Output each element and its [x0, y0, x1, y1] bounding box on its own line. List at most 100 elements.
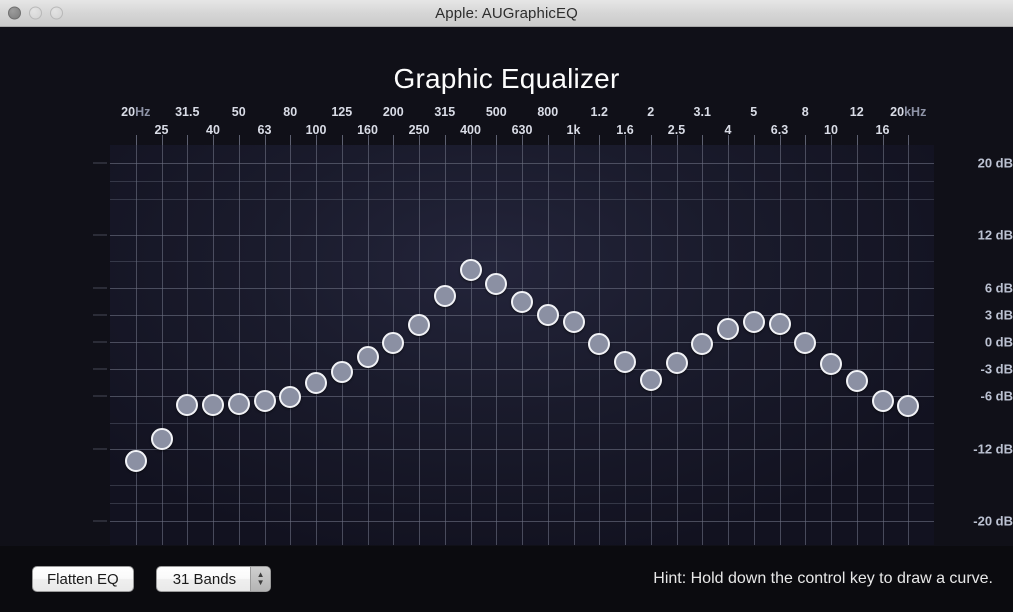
grid-vline — [908, 135, 909, 545]
window-traffic-lights — [8, 7, 63, 20]
eq-band-handle[interactable] — [357, 346, 379, 368]
eq-band-handle[interactable] — [614, 351, 636, 373]
eq-band-handle[interactable] — [537, 304, 559, 326]
frequency-label: 315 — [434, 105, 455, 119]
y-axis-label: -6 dB — [927, 388, 1013, 403]
grid-vline — [136, 135, 137, 545]
y-axis-tick — [93, 342, 107, 343]
grid-vline — [857, 135, 858, 545]
y-axis-label: -3 dB — [927, 361, 1013, 376]
grid-hline — [110, 261, 934, 262]
stepper-arrows-icon: ▲ ▼ — [250, 567, 270, 591]
grid-vline — [780, 135, 781, 545]
eq-band-handle[interactable] — [666, 352, 688, 374]
frequency-scale: 20Hz31.550801252003155008001.223.1581220… — [0, 105, 1013, 145]
y-axis-tick — [93, 395, 107, 396]
eq-band-handle[interactable] — [794, 332, 816, 354]
y-axis-tick — [93, 368, 107, 369]
grid-vline — [831, 135, 832, 545]
eq-band-handle[interactable] — [125, 450, 147, 472]
grid-vline — [677, 135, 678, 545]
grid-vline — [187, 135, 188, 545]
y-axis-tick — [93, 521, 107, 522]
eq-band-handle[interactable] — [846, 370, 868, 392]
y-axis-tick — [93, 234, 107, 235]
eq-band-handle[interactable] — [382, 332, 404, 354]
grid-vline — [368, 135, 369, 545]
grid-vline — [883, 135, 884, 545]
zoom-button[interactable] — [50, 7, 63, 20]
close-button[interactable] — [8, 7, 21, 20]
eq-band-handle[interactable] — [331, 361, 353, 383]
eq-band-handle[interactable] — [434, 285, 456, 307]
page-title: Graphic Equalizer — [0, 63, 1013, 95]
eq-band-handle[interactable] — [460, 259, 482, 281]
grid-hline — [110, 449, 934, 450]
eq-band-handle[interactable] — [254, 390, 276, 412]
grid-hline — [110, 181, 934, 182]
eq-band-handle[interactable] — [691, 333, 713, 355]
frequency-label: 125 — [331, 105, 352, 119]
grid-vline — [213, 135, 214, 545]
eq-band-handle[interactable] — [202, 394, 224, 416]
frequency-label: 80 — [283, 105, 297, 119]
eq-band-handle[interactable] — [151, 428, 173, 450]
eq-band-handle[interactable] — [176, 394, 198, 416]
grid-hline — [110, 163, 934, 164]
y-axis-label: 12 dB — [927, 227, 1013, 242]
eq-band-handle[interactable] — [511, 291, 533, 313]
grid-vline — [342, 135, 343, 545]
grid-vline — [162, 135, 163, 545]
eq-band-handle[interactable] — [228, 393, 250, 415]
frequency-label: 31.5 — [175, 105, 199, 119]
y-axis-label: 6 dB — [927, 281, 1013, 296]
grid-hline — [110, 235, 934, 236]
y-axis-tick — [93, 288, 107, 289]
bands-select[interactable]: 31 Bands ▲ ▼ — [156, 566, 271, 592]
window-title: Apple: AUGraphicEQ — [0, 5, 1013, 22]
y-axis-label: 3 dB — [927, 308, 1013, 323]
y-axis-label: 0 dB — [927, 335, 1013, 350]
eq-band-handle[interactable] — [743, 311, 765, 333]
grid-vline — [445, 135, 446, 545]
grid-vline — [316, 135, 317, 545]
minimize-button[interactable] — [29, 7, 42, 20]
grid-hline — [110, 521, 934, 522]
grid-vline — [290, 135, 291, 545]
frequency-label: 2 — [647, 105, 654, 119]
eq-band-handle[interactable] — [872, 390, 894, 412]
grid-hline — [110, 199, 934, 200]
eq-band-handle[interactable] — [588, 333, 610, 355]
grid-hline — [110, 503, 934, 504]
frequency-label: 800 — [537, 105, 558, 119]
frequency-label: 20Hz — [121, 105, 150, 119]
eq-band-handle[interactable] — [305, 372, 327, 394]
eq-band-handle[interactable] — [769, 313, 791, 335]
eq-plot[interactable]: 20 dB12 dB6 dB3 dB0 dB-3 dB-6 dB-12 dB-2… — [0, 145, 1013, 545]
plugin-body: Graphic Equalizer 20Hz31.550801252003155… — [0, 27, 1013, 612]
grid-vline — [239, 135, 240, 545]
eq-band-handle[interactable] — [563, 311, 585, 333]
frequency-label: 50 — [232, 105, 246, 119]
grid-hline — [110, 288, 934, 289]
grid-vline — [651, 135, 652, 545]
eq-band-handle[interactable] — [408, 314, 430, 336]
eq-band-handle[interactable] — [717, 318, 739, 340]
grid-vline — [265, 135, 266, 545]
eq-band-handle[interactable] — [820, 353, 842, 375]
bottom-toolbar: Flatten EQ 31 Bands ▲ ▼ Hint: Hold down … — [0, 546, 1013, 612]
grid-vline — [522, 135, 523, 545]
frequency-label: 20kHz — [890, 105, 926, 119]
flatten-eq-button[interactable]: Flatten EQ — [32, 566, 134, 592]
eq-band-handle[interactable] — [897, 395, 919, 417]
y-axis-tick — [93, 449, 107, 450]
grid-vline — [471, 135, 472, 545]
grid-vline — [496, 135, 497, 545]
eq-band-handle[interactable] — [640, 369, 662, 391]
eq-band-handle[interactable] — [279, 386, 301, 408]
y-axis-tick — [93, 315, 107, 316]
y-axis-label: -20 dB — [927, 514, 1013, 529]
eq-band-handle[interactable] — [485, 273, 507, 295]
grid-hline — [110, 315, 934, 316]
grid-hline — [110, 485, 934, 486]
